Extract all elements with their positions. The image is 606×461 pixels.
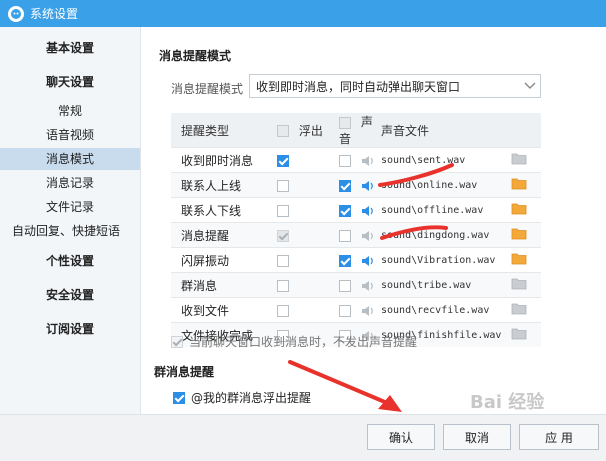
chevron-down-icon[interactable]: [520, 76, 540, 96]
popup-all-checkbox[interactable]: [277, 125, 289, 137]
cancel-button[interactable]: 取消: [443, 424, 511, 450]
folder-icon[interactable]: [511, 302, 527, 315]
sound-file-path: sound\online.wav: [381, 172, 511, 198]
folder-icon[interactable]: [511, 227, 527, 240]
sound-all-checkbox[interactable]: [339, 116, 351, 129]
sidebar-item-security[interactable]: 安全设置: [0, 284, 140, 306]
header-file: 声音文件: [381, 113, 511, 148]
row-type-label: 闪屏振动: [171, 247, 277, 273]
sidebar-item-file-log[interactable]: 文件记录: [0, 196, 140, 218]
mode-select-value: 收到即时消息，同时自动弹出聊天窗口: [256, 79, 461, 94]
table-row[interactable]: 联系人下线 sound\offline.wav: [171, 197, 541, 223]
popup-checkbox[interactable]: [277, 204, 289, 217]
row-type-label: 联系人上线: [171, 172, 277, 198]
window-title: 系统设置: [30, 7, 79, 21]
popup-checkbox[interactable]: [277, 179, 289, 192]
sidebar-item-chat[interactable]: 聊天设置: [0, 71, 140, 93]
table-row[interactable]: 消息提醒 sound\dingdong.wav: [171, 222, 541, 248]
reminder-table: 提醒类型 浮出 声音 声音文件 收到即时消息 sound\sent.wav 联系人上…: [171, 113, 541, 347]
sidebar-item-personalize[interactable]: 个性设置: [0, 250, 140, 272]
speaker-icon[interactable]: [361, 255, 375, 267]
sidebar-item-subscription[interactable]: 订阅设置: [0, 318, 140, 340]
speaker-icon[interactable]: [361, 205, 375, 217]
mute-current-chat-option[interactable]: 当前聊天窗口收到消息时，不发出声音提醒: [171, 333, 417, 350]
table-row[interactable]: 收到文件 sound\recvfile.wav: [171, 297, 541, 323]
sidebar-item-message-mode[interactable]: 消息模式: [0, 148, 140, 170]
mute-current-chat-checkbox[interactable]: [171, 335, 183, 348]
sound-file-path: sound\tribe.wav: [381, 272, 511, 298]
sound-checkbox[interactable]: [339, 304, 351, 317]
group-at-checkbox[interactable]: [173, 391, 185, 404]
row-type-label: 群消息: [171, 272, 277, 298]
table-header: 提醒类型 浮出 声音 声音文件: [171, 113, 541, 148]
sidebar-item-auto-reply[interactable]: 自动回复、快捷短语: [0, 220, 140, 242]
sound-checkbox[interactable]: [339, 154, 351, 167]
popup-checkbox[interactable]: [277, 254, 289, 267]
row-type-label: 消息提醒: [171, 222, 277, 248]
sidebar-item-general[interactable]: 常规: [0, 100, 140, 122]
row-type-label: 联系人下线: [171, 197, 277, 223]
confirm-button[interactable]: 确认: [367, 424, 435, 450]
popup-checkbox[interactable]: [277, 229, 289, 242]
folder-icon[interactable]: [511, 277, 527, 290]
speaker-icon[interactable]: [361, 280, 375, 292]
group-at-label: @我的群消息浮出提醒: [191, 391, 312, 405]
header-popup: 浮出: [298, 123, 323, 138]
watermark: Bai 经验: [470, 388, 544, 414]
app-logo-icon: [8, 5, 24, 22]
sound-file-path: sound\Vibration.wav: [381, 247, 511, 273]
section-title: 消息提醒模式: [159, 49, 232, 63]
speaker-icon[interactable]: [361, 230, 375, 242]
table-row[interactable]: 群消息 sound\tribe.wav: [171, 272, 541, 298]
row-type-label: 收到文件: [171, 297, 277, 323]
sound-file-path: sound\recvfile.wav: [381, 297, 511, 323]
mode-label: 消息提醒模式: [171, 82, 244, 96]
folder-icon[interactable]: [511, 252, 527, 265]
folder-icon[interactable]: [511, 177, 527, 190]
sound-checkbox[interactable]: [339, 254, 351, 267]
table-row[interactable]: 联系人上线 sound\online.wav: [171, 172, 541, 198]
sound-checkbox[interactable]: [339, 229, 351, 242]
watermark-text: Bai 经验: [470, 392, 545, 413]
table-row[interactable]: 闪屏振动 sound\Vibration.wav: [171, 247, 541, 273]
speaker-icon[interactable]: [361, 180, 375, 192]
sidebar-item-basic[interactable]: 基本设置: [0, 37, 140, 59]
sound-checkbox[interactable]: [339, 179, 351, 192]
group-section-title: 群消息提醒: [154, 365, 215, 379]
apply-button[interactable]: 应 用: [519, 424, 599, 450]
folder-icon[interactable]: [511, 202, 527, 215]
sound-checkbox[interactable]: [339, 204, 351, 217]
group-at-option[interactable]: @我的群消息浮出提醒: [173, 389, 311, 406]
sidebar: 基本设置 聊天设置 常规 语音视频 消息模式 消息记录 文件记录 自动回复、快捷…: [0, 27, 141, 460]
mode-select[interactable]: 收到即时消息，同时自动弹出聊天窗口: [249, 74, 541, 98]
sound-file-path: sound\dingdong.wav: [381, 222, 511, 248]
popup-checkbox[interactable]: [277, 154, 289, 167]
dialog-footer: [0, 414, 606, 461]
mute-current-chat-label: 当前聊天窗口收到消息时，不发出声音提醒: [189, 335, 418, 349]
speaker-icon[interactable]: [361, 155, 375, 167]
sidebar-item-message-log[interactable]: 消息记录: [0, 172, 140, 194]
sound-file-path: sound\sent.wav: [381, 147, 511, 173]
folder-icon[interactable]: [511, 327, 527, 340]
sound-checkbox[interactable]: [339, 279, 351, 292]
table-row[interactable]: 收到即时消息 sound\sent.wav: [171, 147, 541, 173]
title-bar: 系统设置: [0, 0, 606, 27]
sidebar-item-voice-video[interactable]: 语音视频: [0, 124, 140, 146]
speaker-icon[interactable]: [361, 305, 375, 317]
row-type-label: 收到即时消息: [171, 147, 277, 173]
header-type: 提醒类型: [171, 113, 277, 148]
popup-checkbox[interactable]: [277, 279, 289, 292]
folder-icon[interactable]: [511, 152, 527, 165]
popup-checkbox[interactable]: [277, 304, 289, 317]
sound-file-path: sound\offline.wav: [381, 197, 511, 223]
